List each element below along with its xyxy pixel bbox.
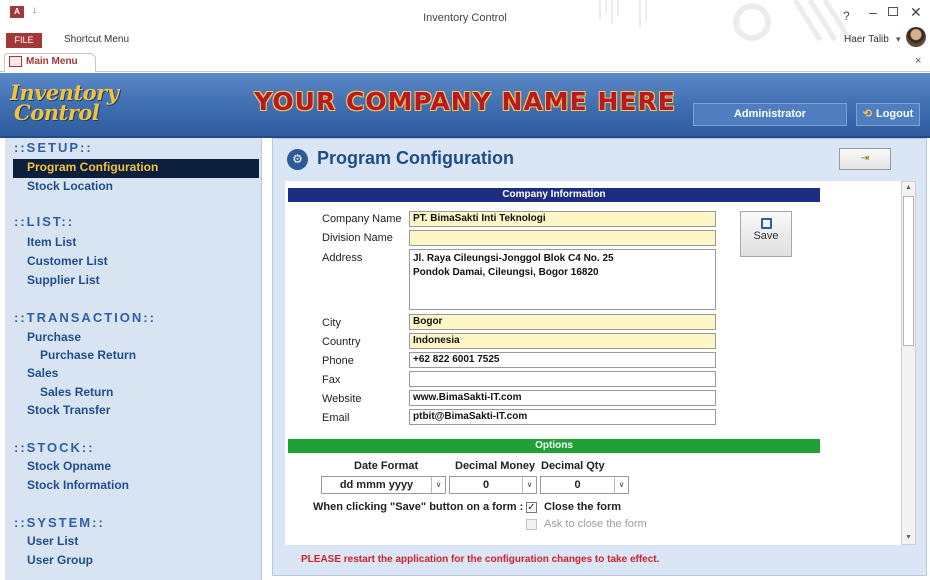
fax-label: Fax bbox=[322, 374, 341, 386]
chevron-down-icon[interactable]: ▾ bbox=[896, 34, 901, 45]
gear-icon: ⚙ bbox=[287, 149, 308, 170]
decimal-qty-label: Decimal Qty bbox=[541, 460, 605, 472]
restart-notice: PLEASE restart the application for the c… bbox=[301, 554, 660, 565]
address-field[interactable]: Jl. Raya Cileungsi-Jonggol Blok C4 No. 2… bbox=[409, 249, 716, 310]
sidebar-item-stock-opname[interactable]: Stock Opname bbox=[27, 459, 111, 473]
minimize-button[interactable]: – bbox=[869, 4, 877, 20]
sidebar-item-stock-location[interactable]: Stock Location bbox=[27, 179, 113, 193]
ask-close-form-checkbox bbox=[526, 519, 537, 530]
document-tab-bar bbox=[0, 52, 930, 72]
company-name-label: Company Name bbox=[322, 213, 402, 225]
sidebar-item-program-configuration[interactable]: Program Configuration bbox=[27, 160, 158, 174]
sidebar-item-purchase-return[interactable]: Purchase Return bbox=[40, 348, 136, 362]
country-field[interactable]: Indonesia bbox=[409, 333, 716, 349]
sidebar-section-setup: ::SETUP:: bbox=[14, 140, 93, 155]
user-account-name[interactable]: Haer Talib bbox=[844, 34, 889, 45]
close-form-checkbox[interactable]: ✓ bbox=[526, 502, 537, 513]
decimal-money-label: Decimal Money bbox=[455, 460, 536, 472]
logout-button[interactable]: ⟲ Logout bbox=[856, 103, 920, 126]
save-button-label: Save bbox=[753, 230, 779, 242]
user-role-label: Administrator bbox=[693, 103, 847, 126]
phone-label: Phone bbox=[322, 355, 354, 367]
company-name-field[interactable]: PT. BimaSakti Inti Teknologi bbox=[409, 211, 716, 227]
sidebar-section-list: ::LIST:: bbox=[14, 214, 75, 229]
ask-close-form-label: Ask to close the form bbox=[544, 518, 647, 530]
shortcut-menu-tab[interactable]: Shortcut Menu bbox=[64, 34, 129, 45]
exit-form-button[interactable]: ⇥ bbox=[839, 148, 891, 170]
window-title: Inventory Control bbox=[423, 12, 507, 24]
address-line-2: Pondok Damai, Cileungsi, Bogor 16820 bbox=[413, 267, 599, 278]
division-name-label: Division Name bbox=[322, 232, 393, 244]
logout-label: Logout bbox=[875, 108, 914, 120]
sidebar-item-user-list[interactable]: User List bbox=[27, 534, 78, 548]
options-header: Options bbox=[288, 439, 820, 453]
close-tab-icon[interactable]: × bbox=[915, 55, 921, 67]
exit-door-icon: ⇥ bbox=[860, 153, 870, 164]
sidebar-item-stock-information[interactable]: Stock Information bbox=[27, 478, 129, 492]
help-button[interactable]: ? bbox=[843, 9, 850, 23]
city-label: City bbox=[322, 317, 341, 329]
company-information-header: Company Information bbox=[288, 188, 820, 202]
country-label: Country bbox=[322, 336, 361, 348]
sidebar-item-user-group[interactable]: User Group bbox=[27, 553, 93, 567]
tab-main-menu-label[interactable]: Main Menu bbox=[26, 56, 78, 67]
chevron-down-icon[interactable]: ∨ bbox=[614, 477, 628, 493]
city-field[interactable]: Bogor bbox=[409, 314, 716, 330]
form-icon bbox=[9, 56, 22, 67]
chevron-down-icon[interactable]: ∨ bbox=[431, 477, 445, 493]
sidebar-item-item-list[interactable]: Item List bbox=[27, 235, 76, 249]
close-form-label[interactable]: Close the form bbox=[544, 501, 621, 513]
chevron-down-icon[interactable]: ∨ bbox=[522, 477, 536, 493]
sidebar-section-transaction: ::TRANSACTION:: bbox=[14, 310, 156, 325]
scroll-down-arrow-icon[interactable]: ▼ bbox=[901, 531, 916, 544]
email-label: Email bbox=[322, 412, 350, 424]
address-label: Address bbox=[322, 252, 363, 264]
sidebar-item-sales[interactable]: Sales bbox=[27, 366, 58, 380]
sidebar-item-purchase[interactable]: Purchase bbox=[27, 330, 81, 344]
scrollbar-thumb[interactable] bbox=[903, 196, 914, 346]
date-format-label: Date Format bbox=[354, 460, 419, 472]
title-bar bbox=[0, 0, 930, 50]
sidebar-item-supplier-list[interactable]: Supplier List bbox=[27, 273, 100, 287]
sidebar-section-stock: ::STOCK:: bbox=[14, 440, 95, 455]
fax-field[interactable] bbox=[409, 371, 716, 387]
date-format-dropdown[interactable]: dd mmm yyyy bbox=[321, 476, 446, 494]
avatar[interactable] bbox=[906, 27, 926, 47]
sidebar-item-sales-return[interactable]: Sales Return bbox=[40, 385, 113, 399]
division-name-field[interactable] bbox=[409, 230, 716, 246]
logout-icon: ⟲ bbox=[862, 108, 872, 120]
website-field[interactable]: www.BimaSakti-IT.com bbox=[409, 390, 716, 406]
save-disk-icon bbox=[760, 218, 772, 229]
website-label: Website bbox=[322, 393, 362, 405]
page-title: Program Configuration bbox=[317, 148, 514, 168]
close-window-button[interactable]: ✕ bbox=[910, 4, 922, 21]
sidebar-item-customer-list[interactable]: Customer List bbox=[27, 254, 108, 268]
save-button[interactable]: Save bbox=[740, 211, 792, 257]
email-field[interactable]: ptbit@BimaSakti-IT.com bbox=[409, 409, 716, 425]
file-tab[interactable]: FILE bbox=[6, 33, 42, 48]
scroll-up-arrow-icon[interactable]: ▲ bbox=[901, 181, 916, 194]
sidebar-item-stock-transfer[interactable]: Stock Transfer bbox=[27, 403, 110, 417]
save-behavior-prompt: When clicking "Save" button on a form : bbox=[313, 501, 524, 513]
sidebar-section-system: ::SYSTEM:: bbox=[14, 515, 105, 530]
address-line-1: Jl. Raya Cileungsi-Jonggol Blok C4 No. 2… bbox=[413, 253, 614, 264]
phone-field[interactable]: +62 822 6001 7525 bbox=[409, 352, 716, 368]
maximize-button[interactable] bbox=[888, 7, 898, 16]
